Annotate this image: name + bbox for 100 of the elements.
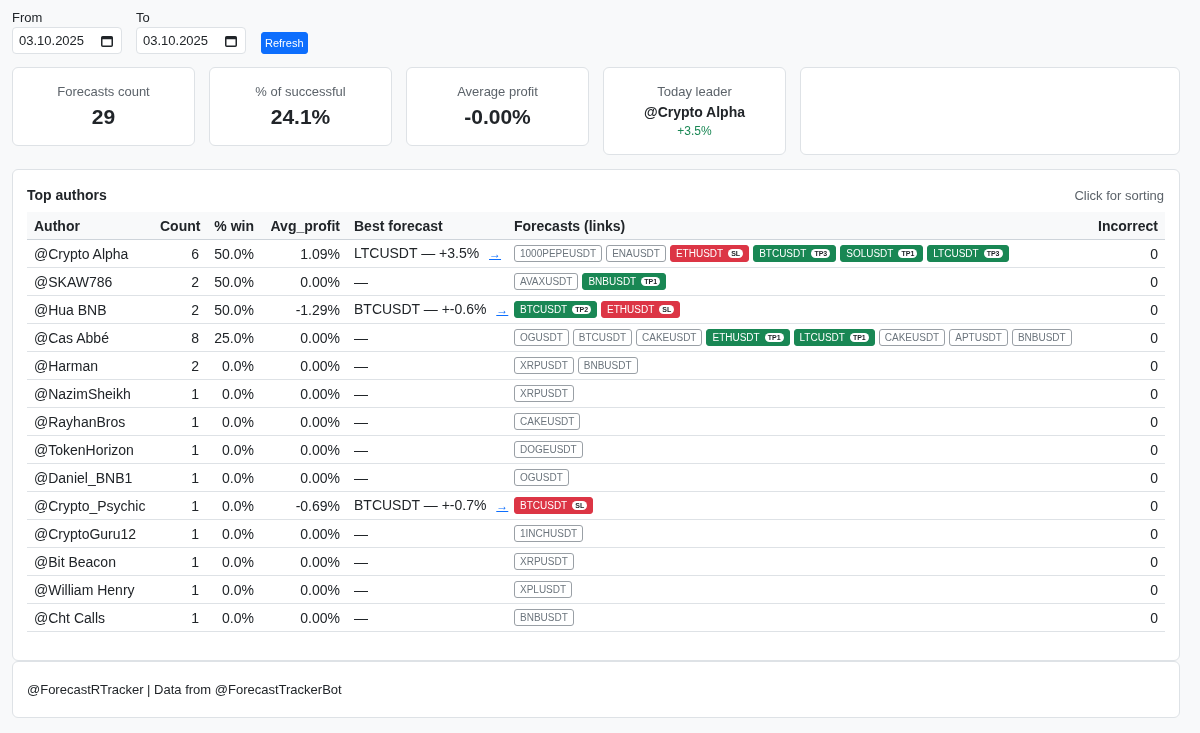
stat-label: Forecasts count: [57, 83, 150, 100]
date-field[interactable]: 03.10.2025: [12, 27, 122, 54]
count-cell: 1: [153, 575, 206, 604]
incorrect-cell: 0: [1077, 547, 1165, 576]
author-cell: @Cas Abbé: [27, 323, 153, 352]
count-cell: 1: [153, 379, 206, 408]
win-rate-cell: 0.0%: [206, 519, 261, 548]
win-rate-cell: 0.0%: [206, 435, 261, 464]
leader-name: @Crypto Alpha: [644, 103, 745, 122]
symbol-link[interactable]: APTUSDT: [949, 329, 1008, 346]
avg-profit-cell: -0.69%: [261, 491, 347, 520]
avg-profit-cell: -1.29%: [261, 295, 347, 324]
author-cell: @CryptoGuru12: [27, 519, 153, 548]
leader-change: +3.5%: [677, 123, 712, 140]
incorrect-cell: 0: [1077, 407, 1165, 436]
stat-value: 29: [91, 104, 116, 130]
symbol-link[interactable]: XPLUSDT: [514, 581, 573, 598]
best-forecast-text: —: [354, 525, 368, 542]
symbol-link[interactable]: OGUSDT: [514, 329, 569, 346]
panel-title: Top authors: [27, 187, 107, 203]
best-forecast-text: —: [354, 273, 368, 290]
symbol-link[interactable]: OGUSDT: [514, 469, 569, 486]
symbol-link[interactable]: CAKEUSDT: [878, 329, 946, 346]
avg-profit-cell: 0.00%: [261, 267, 347, 296]
best-forecast-text: —: [354, 553, 368, 570]
symbol-link[interactable]: 1000PEPEUSDT: [514, 245, 603, 262]
best-forecast-text: —: [354, 385, 368, 402]
best-forecast-text: —: [354, 329, 368, 346]
calendar-icon[interactable]: [225, 34, 237, 47]
date-field[interactable]: 03.10.2025: [136, 27, 246, 54]
symbol-link[interactable]: 1INCHUSDT: [514, 525, 584, 542]
symbol-link[interactable]: CAKEUSDT: [514, 413, 581, 430]
avg-profit-cell: 0.00%: [261, 407, 347, 436]
symbol-link[interactable]: DOGEUSDT: [514, 441, 583, 458]
avg-profit-cell: 0.00%: [261, 575, 347, 604]
symbol-link[interactable]: BNBUSDT: [1011, 329, 1072, 346]
stat-label: Average profit: [457, 83, 538, 100]
forecast-link[interactable]: →: [496, 499, 509, 513]
date-label: To: [136, 10, 151, 25]
incorrect-cell: 0: [1077, 351, 1165, 380]
author-cell: @William Henry: [27, 575, 153, 604]
column-header[interactable]: Avg_profit: [261, 212, 347, 240]
win-rate-cell: 0.0%: [206, 379, 261, 408]
author-cell: @Daniel_BNB1: [27, 463, 153, 492]
calendar-icon[interactable]: [101, 34, 113, 47]
best-forecast-text: —: [354, 581, 368, 598]
count-cell: 8: [153, 323, 206, 352]
symbol-link[interactable]: BNBUSDT: [577, 357, 638, 374]
symbol-link[interactable]: BNBUSDT: [514, 609, 574, 626]
symbol-link[interactable]: XRPUSDT: [514, 357, 574, 374]
column-header[interactable]: % win: [206, 212, 261, 240]
best-forecast-text: —: [354, 441, 368, 458]
author-cell: @TokenHorizon: [27, 435, 153, 464]
win-rate-cell: 25.0%: [206, 323, 261, 352]
symbol-link[interactable]: XRPUSDT: [514, 385, 574, 402]
incorrect-cell: 0: [1077, 323, 1165, 352]
sort-hint: Click for sorting: [1074, 187, 1164, 203]
best-forecast-text: —: [354, 469, 368, 486]
avg-profit-cell: 0.00%: [261, 351, 347, 380]
count-cell: 2: [153, 295, 206, 324]
date-label: From: [12, 10, 44, 25]
forecast-link[interactable]: →: [496, 303, 509, 317]
incorrect-cell: 0: [1077, 379, 1165, 408]
refresh-button[interactable]: Refresh: [261, 32, 308, 54]
best-forecast-text: —: [354, 413, 368, 430]
avg-profit-cell: 0.00%: [261, 519, 347, 548]
symbol-link[interactable]: BTCUSDT: [572, 329, 632, 346]
column-header[interactable]: Count: [153, 212, 206, 240]
stat-value: -0.00%: [464, 104, 531, 130]
count-cell: 1: [153, 603, 206, 632]
column-header[interactable]: Author: [27, 212, 153, 240]
count-cell: 2: [153, 351, 206, 380]
stat-label: % of successful: [255, 83, 346, 100]
incorrect-cell: 0: [1077, 295, 1165, 324]
count-cell: 2: [153, 267, 206, 296]
author-cell: @RayhanBros: [27, 407, 153, 436]
best-forecast-text: —: [354, 609, 368, 626]
author-cell: @Bit Beacon: [27, 547, 153, 576]
symbol-link[interactable]: AVAXUSDT: [514, 273, 579, 290]
author-cell: @Crypto Alpha: [27, 239, 153, 268]
incorrect-cell: 0: [1077, 267, 1165, 296]
symbol-link[interactable]: ENAUSDT: [606, 245, 666, 262]
forecast-link[interactable]: →: [489, 247, 502, 261]
author-cell: @Hua BNB: [27, 295, 153, 324]
symbol-link[interactable]: XRPUSDT: [514, 553, 574, 570]
avg-profit-cell: 1.09%: [261, 239, 347, 268]
best-forecast-text: BTCUSDT — +-0.7%: [354, 497, 487, 513]
incorrect-cell: 0: [1077, 491, 1165, 520]
column-header[interactable]: Forecasts (links): [507, 212, 1077, 240]
best-forecast-text: —: [354, 357, 368, 374]
win-rate-cell: 50.0%: [206, 267, 261, 296]
column-header[interactable]: Incorrect: [1077, 212, 1165, 240]
avg-profit-cell: 0.00%: [261, 463, 347, 492]
count-cell: 1: [153, 547, 206, 576]
win-rate-cell: 0.0%: [206, 463, 261, 492]
symbol-link[interactable]: CAKEUSDT: [636, 329, 703, 346]
incorrect-cell: 0: [1077, 575, 1165, 604]
incorrect-cell: 0: [1077, 519, 1165, 548]
column-header[interactable]: Best forecast: [347, 212, 507, 240]
avg-profit-cell: 0.00%: [261, 547, 347, 576]
